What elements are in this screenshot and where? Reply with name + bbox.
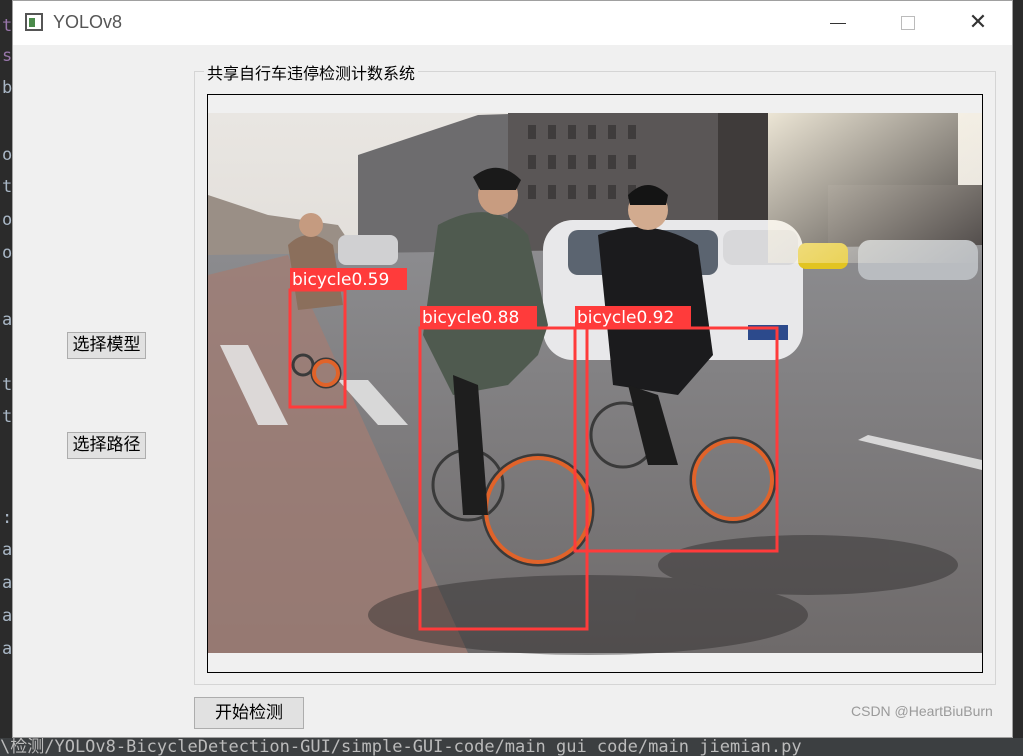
editor-char: o <box>2 145 13 165</box>
editor-char: t <box>2 375 13 395</box>
editor-char: t <box>2 407 13 427</box>
app-window: YOLOv8 ✕ 选择模型 选择路径 共享自行车违停检测计数系统 bicycle… <box>12 0 1013 738</box>
groupbox-title: 共享自行车违停检测计数系统 <box>204 60 419 84</box>
start-detection-button[interactable]: 开始检测 <box>194 697 304 729</box>
maximize-button <box>873 1 943 45</box>
app-window-icon <box>25 13 43 31</box>
select-path-button[interactable]: 选择路径 <box>67 432 146 459</box>
editor-char: o <box>2 210 13 230</box>
editor-char: a <box>2 310 13 330</box>
title-bar[interactable]: YOLOv8 ✕ <box>13 1 1012 45</box>
minimize-button[interactable] <box>803 1 873 45</box>
window-title: YOLOv8 <box>53 12 123 32</box>
editor-char: t <box>2 16 13 36</box>
minimize-icon <box>830 22 846 24</box>
editor-char: a <box>2 606 13 626</box>
editor-char: a <box>2 639 13 659</box>
editor-char: : <box>2 508 13 528</box>
csdn-watermark: CSDN @HeartBiuBurn <box>851 703 993 719</box>
detection-image-frame: bicycle0.59 bicycle0.88 bicycle0.92 <box>207 94 983 673</box>
close-button[interactable]: ✕ <box>943 1 1013 45</box>
select-model-button[interactable]: 选择模型 <box>67 332 146 359</box>
detection-label: bicycle0.88 <box>422 308 519 328</box>
close-icon: ✕ <box>968 10 988 35</box>
detection-label: bicycle0.92 <box>577 308 674 328</box>
editor-char: t <box>2 177 13 197</box>
editor-file-path: \检测/YOLOv8-BicycleDetection-GUI/simple-G… <box>0 738 1023 756</box>
editor-char: s <box>2 46 13 66</box>
maximize-icon <box>901 16 915 30</box>
editor-char: a <box>2 540 13 560</box>
editor-char: o <box>2 243 13 263</box>
code-editor-edge <box>1013 0 1023 756</box>
editor-char: a <box>2 573 13 593</box>
detection-image: bicycle0.59 bicycle0.88 bicycle0.92 <box>208 113 982 655</box>
editor-char: b <box>2 78 13 98</box>
detection-label: bicycle0.59 <box>292 270 389 290</box>
